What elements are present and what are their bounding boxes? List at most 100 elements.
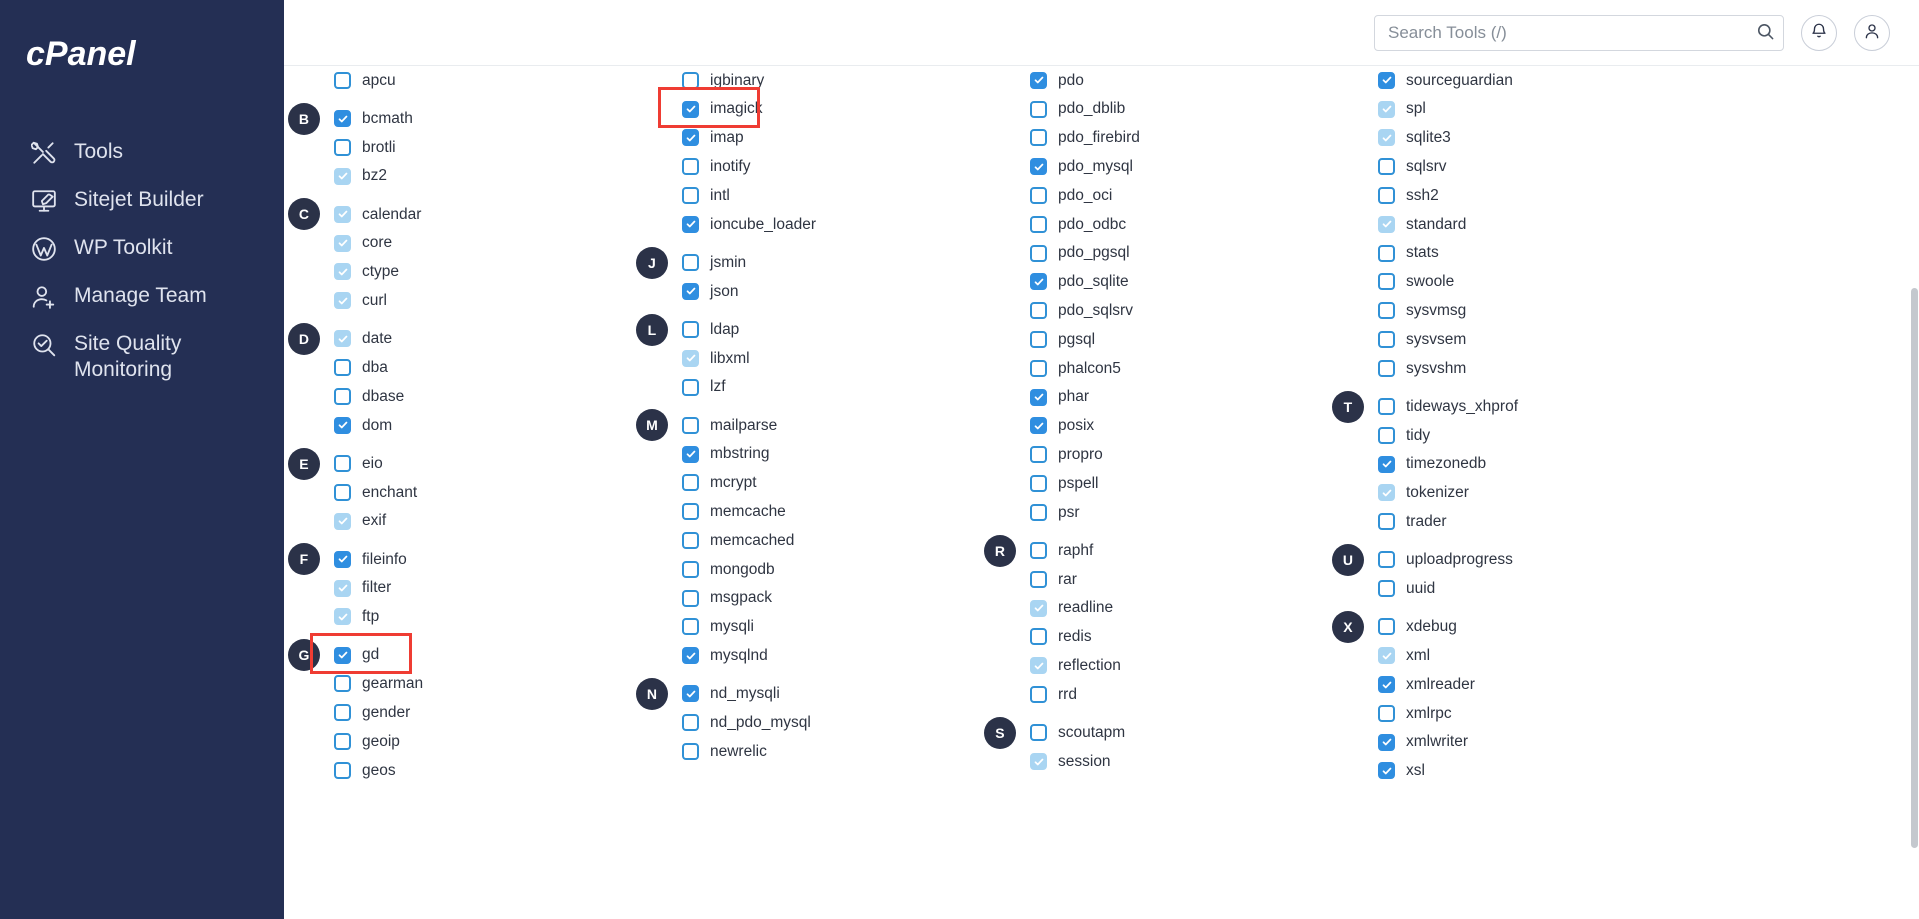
extension-label[interactable]: memcached (710, 533, 794, 549)
checkbox-phalcon5[interactable] (1030, 359, 1047, 377)
extension-label[interactable]: bz2 (362, 168, 387, 184)
checkbox-sourceguardian[interactable] (1378, 71, 1395, 89)
extension-label[interactable]: newrelic (710, 744, 767, 760)
extension-label[interactable]: pdo (1058, 73, 1084, 89)
sidebar-item-site-quality-monitoring[interactable]: Site Quality Monitoring (0, 320, 284, 393)
extension-label[interactable]: gearman (362, 676, 423, 692)
checkbox-xmlreader[interactable] (1378, 676, 1395, 693)
extension-label[interactable]: readline (1058, 600, 1113, 616)
extension-label[interactable]: gd (362, 647, 379, 663)
extension-label[interactable]: mysqlnd (710, 648, 768, 664)
extension-label[interactable]: uploadprogress (1406, 552, 1513, 568)
extension-label[interactable]: libxml (710, 351, 750, 367)
checkbox-imap[interactable] (682, 129, 699, 147)
extension-label[interactable]: pdo_sqlsrv (1058, 303, 1133, 319)
extension-label[interactable]: xdebug (1406, 619, 1457, 635)
checkbox-raphf[interactable] (1030, 542, 1047, 560)
checkbox-sysvsem[interactable] (1378, 331, 1395, 349)
search-submit-button[interactable] (1746, 15, 1784, 51)
checkbox-imagick[interactable] (682, 100, 699, 118)
checkbox-rrd[interactable] (1030, 686, 1047, 704)
extension-label[interactable]: xmlrpc (1406, 706, 1452, 722)
checkbox-posix[interactable] (1030, 417, 1047, 435)
extension-label[interactable]: tideways_xhprof (1406, 399, 1518, 415)
extension-label[interactable]: phalcon5 (1058, 361, 1121, 377)
extension-label[interactable]: sqlite3 (1406, 130, 1451, 146)
checkbox-timezonedb[interactable] (1378, 455, 1395, 473)
extension-label[interactable]: tokenizer (1406, 485, 1469, 501)
extension-label[interactable]: geoip (362, 734, 400, 750)
extension-label[interactable]: xml (1406, 648, 1430, 664)
extension-label[interactable]: ioncube_loader (710, 217, 816, 233)
checkbox-fileinfo[interactable] (334, 550, 351, 568)
checkbox-phar[interactable] (1030, 388, 1047, 406)
extension-label[interactable]: igbinary (710, 73, 764, 89)
checkbox-xdebug[interactable] (1378, 618, 1395, 636)
checkbox-pdo[interactable] (1030, 71, 1047, 89)
account-button[interactable] (1854, 14, 1890, 51)
extension-label[interactable]: pdo_oci (1058, 188, 1112, 204)
checkbox-dba[interactable] (334, 359, 351, 377)
extension-label[interactable]: inotify (710, 159, 751, 175)
checkbox-mailparse[interactable] (682, 416, 699, 434)
checkbox-ssh2[interactable] (1378, 187, 1395, 205)
extension-label[interactable]: dba (362, 360, 388, 376)
extension-label[interactable]: propro (1058, 447, 1103, 463)
checkbox-xsl[interactable] (1378, 762, 1395, 780)
extension-label[interactable]: pspell (1058, 476, 1099, 492)
extension-label[interactable]: brotli (362, 140, 396, 156)
extension-label[interactable]: pdo_mysql (1058, 159, 1133, 175)
checkbox-memcache[interactable] (682, 503, 699, 521)
extension-label[interactable]: curl (362, 293, 387, 309)
checkbox-gender[interactable] (334, 704, 351, 722)
checkbox-uploadprogress[interactable] (1378, 551, 1395, 569)
checkbox-sysvmsg[interactable] (1378, 302, 1395, 320)
extension-label[interactable]: reflection (1058, 658, 1121, 674)
extension-label[interactable]: sysvsem (1406, 332, 1466, 348)
checkbox-tidy[interactable] (1378, 426, 1395, 444)
extension-label[interactable]: sourceguardian (1406, 73, 1513, 89)
checkbox-enchant[interactable] (334, 483, 351, 501)
extension-label[interactable]: ldap (710, 322, 739, 338)
extension-label[interactable]: nd_mysqli (710, 686, 780, 702)
checkbox-pgsql[interactable] (1030, 331, 1047, 349)
checkbox-pdo_dblib[interactable] (1030, 100, 1047, 118)
notifications-button[interactable] (1801, 14, 1837, 51)
extension-label[interactable]: json (710, 284, 738, 300)
search-input[interactable] (1374, 14, 1784, 51)
checkbox-rar[interactable] (1030, 570, 1047, 588)
checkbox-redis[interactable] (1030, 628, 1047, 646)
checkbox-propro[interactable] (1030, 446, 1047, 464)
extension-label[interactable]: pdo_firebird (1058, 130, 1140, 146)
extension-label[interactable]: sysvmsg (1406, 303, 1466, 319)
extension-label[interactable]: mysqli (710, 619, 754, 635)
extension-label[interactable]: bcmath (362, 111, 413, 127)
checkbox-mysqlnd[interactable] (682, 647, 699, 665)
extension-label[interactable]: swoole (1406, 274, 1454, 290)
checkbox-nd_mysqli[interactable] (682, 685, 699, 703)
extension-label[interactable]: timezonedb (1406, 456, 1486, 472)
extension-label[interactable]: rar (1058, 572, 1077, 588)
extension-label[interactable]: ftp (362, 609, 379, 625)
sidebar-item-sitejet-builder[interactable]: Sitejet Builder (0, 176, 284, 224)
checkbox-gd[interactable] (334, 646, 351, 664)
checkbox-json[interactable] (682, 282, 699, 300)
extension-label[interactable]: msgpack (710, 590, 772, 606)
vertical-scrollbar[interactable] (1910, 132, 1919, 919)
checkbox-pdo_firebird[interactable] (1030, 129, 1047, 147)
checkbox-swoole[interactable] (1378, 273, 1395, 291)
checkbox-bcmath[interactable] (334, 110, 351, 128)
checkbox-mysqli[interactable] (682, 618, 699, 636)
extension-label[interactable]: scoutapm (1058, 725, 1125, 741)
checkbox-newrelic[interactable] (682, 742, 699, 760)
checkbox-nd_pdo_mysql[interactable] (682, 714, 699, 732)
extension-label[interactable]: enchant (362, 485, 417, 501)
extension-label[interactable]: memcache (710, 504, 786, 520)
extension-label[interactable]: calendar (362, 207, 421, 223)
checkbox-stats[interactable] (1378, 244, 1395, 262)
checkbox-msgpack[interactable] (682, 589, 699, 607)
extension-label[interactable]: stats (1406, 245, 1439, 261)
checkbox-ioncube_loader[interactable] (682, 215, 699, 233)
checkbox-mcrypt[interactable] (682, 474, 699, 492)
extension-label[interactable]: imap (710, 130, 744, 146)
